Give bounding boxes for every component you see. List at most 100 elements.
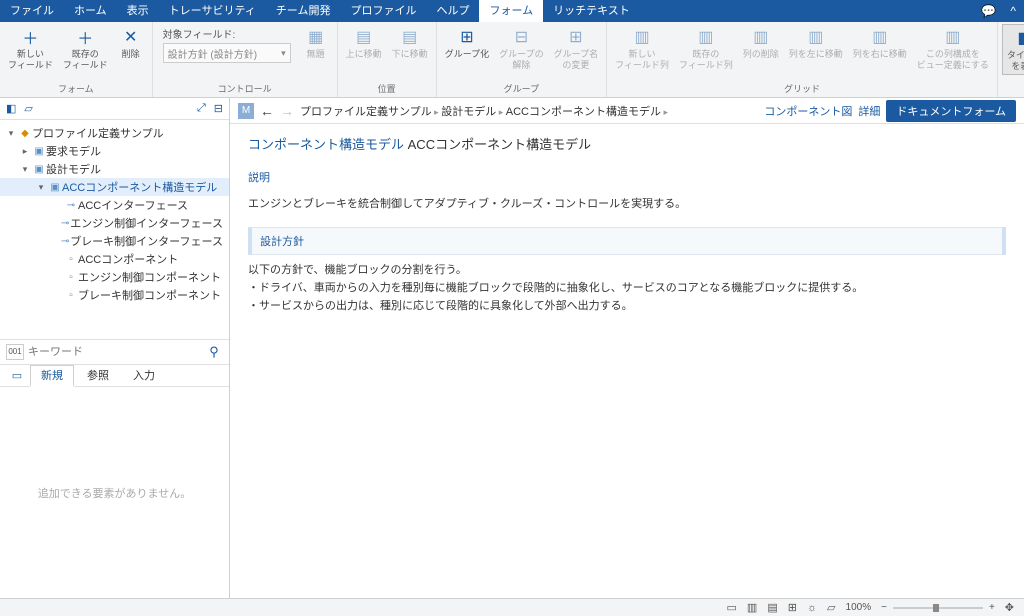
status-icon[interactable]: ✥ — [1005, 601, 1014, 614]
ribbon-button-icon: ＋ — [74, 26, 96, 48]
toolbar-icon[interactable]: ▱ — [24, 102, 32, 115]
tree-node[interactable]: ⊸ブレーキ制御インターフェース — [0, 232, 229, 250]
ribbon-button: ▤上に移動 — [342, 24, 386, 62]
breadcrumb-item[interactable]: 設計モデル — [441, 106, 496, 118]
menu-tabs: ファイルホーム表示トレーサビリティチーム開発プロファイルヘルプフォームリッチテキ… — [0, 0, 640, 22]
zoom-label: 100% — [846, 602, 872, 613]
tree-node[interactable]: ▸▣要求モデル — [0, 142, 229, 160]
ribbon-button-icon: ⊟ — [510, 26, 532, 48]
keyword-input[interactable] — [28, 346, 201, 358]
keyword-bar: 001 ⚲ — [0, 339, 229, 365]
status-icon[interactable]: ▭ — [727, 601, 737, 614]
content-area: M ← → プロファイル定義サンプル ▸ 設計モデル ▸ ACCコンポーネント構… — [230, 98, 1024, 598]
menu-tab[interactable]: チーム開発 — [266, 0, 341, 22]
ribbon-button-icon: ▥ — [631, 26, 653, 48]
ribbon-button-icon: ▤ — [399, 26, 421, 48]
status-icon[interactable]: ⊞ — [788, 601, 797, 614]
document-title: コンポーネント構造モデル ACCコンポーネント構造モデル — [248, 134, 1006, 153]
ribbon-button-icon: ◧ — [1014, 27, 1024, 49]
breadcrumb-item[interactable]: ACCコンポーネント構造モデル — [506, 106, 661, 118]
tree-node[interactable]: ⊸ACCインターフェース — [0, 196, 229, 214]
tree-node[interactable]: ▾▣設計モデル — [0, 160, 229, 178]
ribbon-button-icon: ▤ — [353, 26, 375, 48]
model-badge-icon: M — [238, 103, 254, 119]
tree-root[interactable]: ▾◆プロファイル定義サンプル — [0, 124, 229, 142]
menu-tab[interactable]: リッチテキスト — [543, 0, 640, 22]
tree-node[interactable]: ▫ACCコンポーネント — [0, 250, 229, 268]
toolbar-icon[interactable]: ⤢ — [197, 102, 206, 115]
ribbon-group: ＋新しい フィールド＋既存の フィールド✕削除フォーム — [0, 22, 153, 97]
sub-tab[interactable]: 入力 — [122, 365, 166, 386]
ribbon-button-icon: ⊞ — [565, 26, 587, 48]
window-speech-icon[interactable]: 💬 — [981, 4, 996, 18]
menu-tab[interactable]: ホーム — [64, 0, 117, 22]
ribbon-button[interactable]: ✕削除 — [114, 24, 148, 62]
menu-tab[interactable]: ヘルプ — [426, 0, 479, 22]
ribbon: ＋新しい フィールド＋既存の フィールド✕削除フォーム対象フィールド:設計方針 … — [0, 22, 1024, 98]
nav-back-icon[interactable]: ← — [260, 103, 274, 119]
ribbon-button: ▥新しい フィールド列 — [611, 24, 673, 73]
ribbon-button-icon: ＋ — [19, 26, 41, 48]
menu-tab[interactable]: ファイル — [0, 0, 64, 22]
keyword-filter-icon[interactable]: ⚲ — [205, 344, 223, 360]
ribbon-button[interactable]: ⊞グループ化 — [441, 24, 493, 62]
link-detail[interactable]: 詳細 — [858, 103, 880, 119]
section-description-header: 説明 — [248, 169, 1006, 189]
sidebar-toolbar: ◧ ▱ ⤢ ⊟ — [0, 98, 229, 120]
tree-node[interactable]: ▾▣ACCコンポーネント構造モデル — [0, 178, 229, 196]
add-panel-message: 追加できる要素がありません。 — [38, 485, 191, 501]
subtab-icon[interactable]: ▭ — [6, 365, 28, 386]
ribbon-button-icon: ✕ — [120, 26, 142, 48]
add-panel: 追加できる要素がありません。 — [0, 387, 229, 598]
ribbon-button-icon: ▥ — [805, 26, 827, 48]
ribbon-button-icon: ▥ — [869, 26, 891, 48]
tree-node[interactable]: ⊸エンジン制御インターフェース — [0, 214, 229, 232]
window-collapse-icon[interactable]: ^ — [1010, 4, 1016, 18]
ribbon-button-icon: ▥ — [695, 26, 717, 48]
status-bar: ▭ ▥ ▤ ⊞ ☼ ▱ 100% −+ ✥ — [0, 598, 1024, 616]
policy-text[interactable]: ・サービスからの出力は、種別に応じて段階的に具象化して外部へ出力する。 — [248, 297, 1006, 315]
ribbon-button: ▤下に移動 — [388, 24, 432, 62]
keyword-mode-icon[interactable]: 001 — [6, 344, 24, 360]
ribbon-button: ▥この列構成を ビュー定義にする — [913, 24, 993, 73]
target-field-select[interactable]: 設計方針 (設計方針)▾ — [163, 43, 291, 63]
ribbon-button[interactable]: ◧タイトル を表示 — [1002, 24, 1024, 75]
ribbon-group: ⊞グループ化⊟グループの 解除⊞グループ名 の変更グループ — [437, 22, 607, 97]
breadcrumb-item[interactable]: プロファイル定義サンプル — [300, 106, 432, 118]
status-icon[interactable]: ☼ — [807, 602, 817, 614]
title-bar: ファイルホーム表示トレーサビリティチーム開発プロファイルヘルプフォームリッチテキ… — [0, 0, 1024, 22]
zoom-slider[interactable]: −+ — [881, 602, 995, 613]
toolbar-icon[interactable]: ◧ — [6, 102, 16, 115]
status-icon[interactable]: ▱ — [827, 601, 835, 614]
sub-tab[interactable]: 新規 — [30, 365, 74, 387]
policy-text[interactable]: ・ドライバ、車両からの入力を種別毎に機能ブロックで段階的に抽象化し、サービスのコ… — [248, 279, 1006, 297]
sub-tab[interactable]: 参照 — [76, 365, 120, 386]
ribbon-button-icon: ▦ — [305, 26, 327, 48]
ribbon-button[interactable]: ＋新しい フィールド — [4, 24, 57, 73]
window-controls: 💬 ^ — [981, 0, 1024, 22]
document-form-button[interactable]: ドキュメントフォーム — [886, 100, 1016, 122]
ribbon-button: ⊟グループの 解除 — [495, 24, 547, 73]
ribbon-button: ▥既存の フィールド列 — [675, 24, 737, 73]
sub-tabs: ▭ 新規参照入力 — [0, 365, 229, 387]
menu-tab[interactable]: 表示 — [117, 0, 159, 22]
menu-tab[interactable]: トレーサビリティ — [159, 0, 266, 22]
policy-text[interactable]: 以下の方針で、機能ブロックの分割を行う。 — [248, 261, 1006, 279]
breadcrumb-bar: M ← → プロファイル定義サンプル ▸ 設計モデル ▸ ACCコンポーネント構… — [230, 98, 1024, 124]
ribbon-button[interactable]: ＋既存の フィールド — [59, 24, 112, 73]
tree: ▾◆プロファイル定義サンプル▸▣要求モデル▾▣設計モデル▾▣ACCコンポーネント… — [0, 120, 229, 339]
menu-tab[interactable]: フォーム — [479, 0, 543, 22]
ribbon-button: ▦無題 — [299, 24, 333, 62]
sidebar: ◧ ▱ ⤢ ⊟ ▾◆プロファイル定義サンプル▸▣要求モデル▾▣設計モデル▾▣AC… — [0, 98, 230, 598]
nav-fwd-icon[interactable]: → — [280, 103, 294, 119]
menu-tab[interactable]: プロファイル — [340, 0, 426, 22]
ribbon-button: ⊞グループ名 の変更 — [550, 24, 602, 73]
toolbar-icon[interactable]: ⊟ — [214, 102, 223, 115]
ribbon-button-icon: ▥ — [942, 26, 964, 48]
link-component-view[interactable]: コンポーネント図 — [764, 103, 852, 119]
tree-node[interactable]: ▫エンジン制御コンポーネント — [0, 268, 229, 286]
status-icon[interactable]: ▥ — [747, 601, 757, 614]
tree-node[interactable]: ▫ブレーキ制御コンポーネント — [0, 286, 229, 304]
description-text[interactable]: エンジンとブレーキを統合制御してアダプティブ・クルーズ・コントロールを実現する。 — [248, 195, 1006, 213]
status-icon[interactable]: ▤ — [767, 601, 777, 614]
